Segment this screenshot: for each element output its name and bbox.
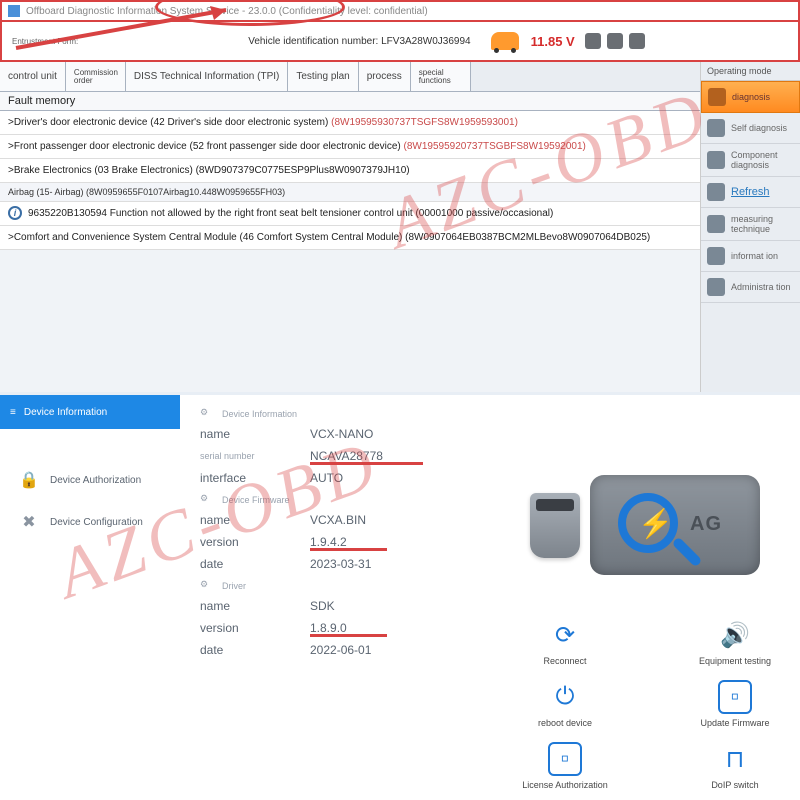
label-fw-version: version xyxy=(200,535,310,549)
key-icon[interactable] xyxy=(585,33,601,49)
label-drv-name: name xyxy=(200,599,310,613)
action-reconnect[interactable]: ⟳Reconnect xyxy=(520,618,610,666)
fault-row[interactable]: >Brake Electronics (03 Brake Electronics… xyxy=(0,159,700,183)
action-reboot[interactable]: ⏻reboot device xyxy=(520,680,610,728)
nav: 🔒 Device Authorization ✖ Device Configur… xyxy=(0,429,180,543)
vin-label: Vehicle identification number: LFV3A28W0… xyxy=(248,36,470,47)
device-manager-window: ≡ Device Information 🔒 Device Authorizat… xyxy=(0,395,800,800)
fault-row[interactable]: >Driver's door electronic device (42 Dri… xyxy=(0,111,700,135)
fault-list: >Driver's door electronic device (42 Dri… xyxy=(0,111,700,250)
label-drv-date: date xyxy=(200,643,310,657)
header-row: Entrustment Form: Vehicle identification… xyxy=(0,22,800,62)
fault-sub-row[interactable]: Airbag (15- Airbag) (8W0959655F0107Airba… xyxy=(0,183,700,202)
fault-detail-row[interactable]: i 9635220B130594 Function not allowed by… xyxy=(0,202,700,226)
fault-memory-header: Fault memory xyxy=(0,92,700,111)
sidebar-header: ≡ Device Information xyxy=(0,395,180,429)
section-device-info: ⚙Device Information xyxy=(200,407,780,421)
gear-icon: ⚙ xyxy=(200,493,214,507)
nav-device-authorization[interactable]: 🔒 Device Authorization xyxy=(0,459,180,501)
value-serial: NCAVA28778 xyxy=(310,449,383,463)
license-icon: ▫ xyxy=(548,742,582,776)
content-panel: ⚙Device Information nameVCX-NANO serial … xyxy=(180,395,800,800)
info-mode-icon xyxy=(707,247,725,265)
tab-process[interactable]: process xyxy=(359,62,411,91)
reconnect-icon: ⟳ xyxy=(548,618,582,652)
info-icon: i xyxy=(8,206,22,220)
action-bar: ⟳Reconnect 🔊Equipment testing ⏻reboot de… xyxy=(520,618,780,790)
device-brand-label: AG xyxy=(690,513,722,536)
action-update-firmware[interactable]: ▫Update Firmware xyxy=(690,680,780,728)
action-license-auth[interactable]: ▫License Authorization xyxy=(520,742,610,790)
value-drv-date: 2022-06-01 xyxy=(310,643,371,657)
refresh-icon xyxy=(707,183,725,201)
gear-icon: ⚙ xyxy=(200,407,214,421)
label-serial: serial number xyxy=(200,451,310,461)
sidebar: ≡ Device Information 🔒 Device Authorizat… xyxy=(0,395,180,800)
label-fw-name: name xyxy=(200,513,310,527)
ops-header: Operating mode xyxy=(701,62,800,81)
gear-icon: ⚙ xyxy=(200,579,214,593)
label-fw-date: date xyxy=(200,557,310,571)
connector-icon: ⊓ xyxy=(718,742,752,776)
nav-device-configuration[interactable]: ✖ Device Configuration xyxy=(0,501,180,543)
value-drv-version: 1.8.9.0 xyxy=(310,621,347,635)
value-interface: AUTO xyxy=(310,471,343,485)
value-fw-version: 1.9.4.2 xyxy=(310,535,347,549)
app-icon xyxy=(8,5,20,17)
value-fw-date: 2023-03-31 xyxy=(310,557,371,571)
diagnosis-icon xyxy=(708,88,726,106)
tab-bar: control unit Commission order DISS Techn… xyxy=(0,62,700,92)
car-icon xyxy=(491,32,519,50)
value-fw-name: VCXA.BIN xyxy=(310,513,366,527)
action-doip-switch[interactable]: ⊓DoIP switch xyxy=(690,742,780,790)
op-diagnosis[interactable]: diagnosis xyxy=(701,81,800,113)
tab-diss-tpi[interactable]: DISS Technical Information (TPI) xyxy=(126,62,288,91)
op-self-diagnosis[interactable]: Self diagnosis xyxy=(701,113,800,144)
window-title: Offboard Diagnostic Information System S… xyxy=(26,6,428,17)
power-icon: ⏻ xyxy=(548,680,582,714)
speaker-icon: 🔊 xyxy=(718,618,752,652)
print-icon[interactable] xyxy=(629,33,645,49)
chip-icon: ▫ xyxy=(718,680,752,714)
main-panel: control unit Commission order DISS Techn… xyxy=(0,62,700,392)
diagnostic-window: Offboard Diagnostic Information System S… xyxy=(0,0,800,395)
component-icon xyxy=(707,151,725,169)
fault-row[interactable]: >Comfort and Convenience System Central … xyxy=(0,226,700,250)
label-name: name xyxy=(200,427,310,441)
op-component-diagnosis[interactable]: Component diagnosis xyxy=(701,144,800,177)
header-icons xyxy=(585,33,645,49)
menu-icon[interactable]: ≡ xyxy=(10,407,16,418)
tab-control-unit[interactable]: control unit xyxy=(0,62,66,91)
titlebar: Offboard Diagnostic Information System S… xyxy=(0,0,800,22)
op-refresh[interactable]: Refresh xyxy=(701,177,800,208)
op-information[interactable]: informat ion xyxy=(701,241,800,272)
op-administration[interactable]: Administra tion xyxy=(701,272,800,303)
measure-icon xyxy=(707,215,725,233)
lock-icon: 🔒 xyxy=(18,469,40,491)
tab-commission-order[interactable]: Commission order xyxy=(66,62,126,91)
operating-mode-panel: Operating mode diagnosis Self diagnosis … xyxy=(700,62,800,392)
tab-special-functions[interactable]: special functions xyxy=(411,62,471,91)
wrench-icon: ✖ xyxy=(18,511,40,533)
action-equipment-testing[interactable]: 🔊Equipment testing xyxy=(690,618,780,666)
value-drv-name: SDK xyxy=(310,599,335,613)
admin-icon xyxy=(707,278,725,296)
self-diag-icon xyxy=(707,119,725,137)
value-name: VCX-NANO xyxy=(310,427,373,441)
usb-icon[interactable] xyxy=(607,33,623,49)
fault-row[interactable]: >Front passenger door electronic device … xyxy=(0,135,700,159)
label-drv-version: version xyxy=(200,621,310,635)
device-image: AG ⚡ xyxy=(560,465,760,585)
label-interface: interface xyxy=(200,471,310,485)
op-measuring[interactable]: measuring technique xyxy=(701,208,800,241)
voltage-value: 11.85 V xyxy=(531,34,575,49)
tab-testing-plan[interactable]: Testing plan xyxy=(288,62,358,91)
entrustment-label: Entrustment Form: xyxy=(12,37,78,46)
